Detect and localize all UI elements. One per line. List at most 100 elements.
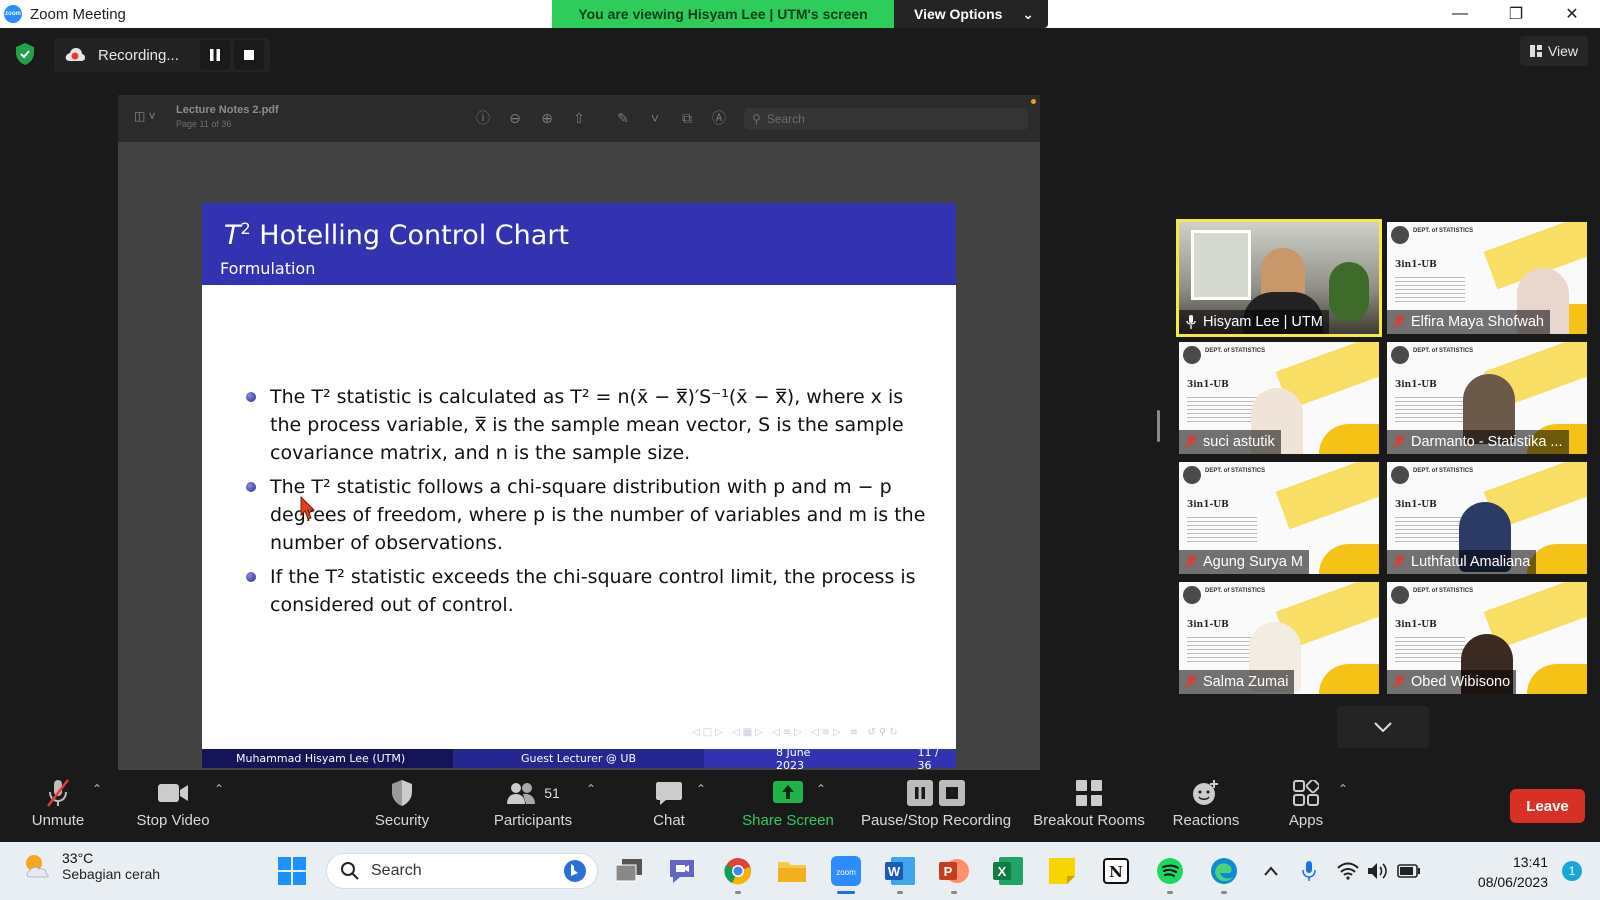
zoom-app-icon: zoom [831, 856, 861, 886]
participant-tile[interactable]: DEPT. of STATISTICS 3in1-UB suci astutik [1179, 342, 1379, 454]
security-shield-icon[interactable] [14, 42, 36, 66]
video-options-caret-icon[interactable]: ⌃ [214, 782, 224, 796]
pause-stop-recording-label: Pause/Stop Recording [860, 812, 1012, 829]
running-indicator [951, 891, 957, 894]
cloud-recording-icon [65, 48, 85, 61]
audio-options-caret-icon[interactable]: ⌃ [92, 782, 102, 796]
zoom-app-icon: zoom [4, 5, 22, 23]
windows-taskbar: 33°C Sebagian cerah Search zoom W P X N … [0, 842, 1600, 900]
microphone-muted-icon [1185, 555, 1197, 569]
participant-tile[interactable]: DEPT. of STATISTICS 3in1-UB Agung Surya M [1179, 462, 1379, 574]
reactions-button[interactable]: Reactions [1172, 778, 1240, 829]
participant-name-bar: Elfira Maya Shofwah [1387, 310, 1550, 334]
university-logo-icon [1183, 586, 1201, 604]
taskbar-search-input[interactable]: Search [326, 853, 598, 889]
excel-button[interactable]: X [992, 856, 1024, 886]
running-indicator [897, 891, 903, 894]
word-button[interactable]: W [884, 856, 916, 894]
participant-tile[interactable]: DEPT. of STATISTICS 3in1-UB Elfira Maya Sh… [1387, 222, 1587, 334]
taskbar-clock[interactable]: 13:41 08/06/2023 [1478, 852, 1548, 892]
microphone-icon [1302, 861, 1316, 881]
notification-badge[interactable]: 1 [1562, 861, 1582, 881]
powerpoint-button[interactable]: P [938, 856, 970, 894]
presentation-slide: T2 Hotelling Control Chart Formulation T… [202, 203, 956, 772]
participant-tile[interactable]: DEPT. of STATISTICS 3in1-UB Darmanto - Sta… [1387, 342, 1587, 454]
participants-button[interactable]: 51 Participants [490, 778, 576, 829]
share-icon[interactable]: ⇧ [570, 109, 588, 127]
view-button[interactable]: View [1520, 36, 1588, 66]
spotify-button[interactable] [1154, 856, 1186, 894]
breakout-rooms-button[interactable]: Breakout Rooms [1032, 778, 1146, 829]
share-options-caret-icon[interactable]: ⌃ [816, 782, 826, 796]
poster-brand: 3in1-UB [1187, 380, 1229, 390]
participant-tile[interactable]: DEPT. of STATISTICS 3in1-UB Salma Zumai [1179, 582, 1379, 694]
minimize-button[interactable]: — [1432, 0, 1488, 28]
battery-tray-button[interactable] [1396, 856, 1422, 886]
participant-tile[interactable]: DEPT. of STATISTICS 3in1-UB Luthfatul Amal… [1387, 462, 1587, 574]
pause-stop-recording-button[interactable]: Pause/Stop Recording [860, 778, 1012, 829]
clock-date: 08/06/2023 [1477, 874, 1548, 890]
meeting-control-bar: Unmute ⌃ Stop Video ⌃ Security 51 Partic… [0, 770, 1600, 842]
poster-brand: 3in1-UB [1395, 500, 1437, 510]
gallery-next-page-button[interactable] [1337, 706, 1429, 748]
rotate-icon[interactable]: ⧉ [678, 109, 696, 127]
participant-tile[interactable]: DEPT. of STATISTICS 3in1-UB Obed Wibisono [1387, 582, 1587, 694]
apps-options-caret-icon[interactable]: ⌃ [1338, 782, 1348, 796]
pdf-search-input[interactable]: ⚲ Search [744, 108, 1028, 130]
participant-name: suci astutik [1203, 434, 1275, 450]
info-icon[interactable]: ⓘ [474, 109, 492, 127]
wifi-tray-button[interactable] [1336, 856, 1360, 886]
participant-name: Darmanto - Statistika ... [1411, 434, 1563, 450]
slide-title: T2 Hotelling Control Chart [224, 219, 569, 251]
apps-button[interactable]: Apps [1286, 778, 1326, 829]
zoom-out-icon[interactable]: ⊖ [506, 109, 524, 127]
partly-cloudy-icon [26, 855, 49, 878]
close-button[interactable]: ✕ [1544, 0, 1600, 28]
volume-tray-button[interactable] [1366, 856, 1390, 886]
microphone-muted-icon [1185, 435, 1197, 449]
svg-text:zoom: zoom [836, 868, 856, 877]
footer-author: Muhammad Hisyam Lee (UTM) [202, 749, 453, 768]
stop-video-button[interactable]: Stop Video [134, 778, 212, 829]
restore-button[interactable]: ❐ [1488, 0, 1544, 28]
poster-heading: DEPT. of STATISTICS [1205, 468, 1266, 474]
microphone-muted-icon [1393, 555, 1405, 569]
chevron-down-icon[interactable]: ˅ [646, 109, 664, 127]
unmute-button[interactable]: Unmute [28, 778, 88, 829]
sidebar-toggle-icon[interactable]: ◫ ˅ [134, 109, 164, 127]
weather-widget[interactable]: 33°C Sebagian cerah [22, 850, 160, 882]
edge-button[interactable] [1208, 856, 1240, 894]
zoom-in-icon[interactable]: ⊕ [538, 109, 556, 127]
participant-name-bar: Hisyam Lee | UTM [1179, 310, 1329, 334]
chat-button[interactable]: Chat [644, 778, 694, 829]
notion-button[interactable]: N [1100, 856, 1132, 886]
pause-recording-button[interactable] [200, 40, 230, 70]
file-explorer-button[interactable] [776, 856, 808, 886]
zoom-taskbar-button[interactable]: zoom [830, 856, 862, 894]
chat-options-caret-icon[interactable]: ⌃ [696, 782, 706, 796]
microphone-muted-icon [47, 779, 69, 807]
teams-chat-button[interactable] [666, 856, 698, 886]
annotate-icon[interactable]: Ⓐ [710, 109, 728, 127]
markup-pen-icon[interactable]: ✎ [614, 109, 632, 127]
view-options-button[interactable]: View Options ⌄ [894, 0, 1048, 28]
chrome-button[interactable] [722, 856, 754, 894]
task-view-button[interactable] [614, 856, 646, 886]
chat-app-icon [670, 860, 694, 883]
microphone-tray-button[interactable] [1298, 856, 1320, 886]
participants-icon [507, 783, 536, 804]
show-hidden-icons-button[interactable] [1260, 856, 1282, 886]
folder-icon [778, 862, 806, 882]
participant-tile[interactable]: Hisyam Lee | UTM [1176, 219, 1382, 337]
leave-button[interactable]: Leave [1510, 789, 1585, 823]
sticky-notes-button[interactable] [1046, 856, 1078, 886]
gallery-resize-handle[interactable] [1157, 410, 1160, 442]
layout-grid-icon [1529, 45, 1542, 57]
university-logo-icon [1183, 466, 1201, 484]
stop-recording-button[interactable] [234, 40, 264, 70]
participants-options-caret-icon[interactable]: ⌃ [586, 782, 596, 796]
start-button[interactable] [276, 856, 308, 886]
clock-time: 13:41 [1512, 854, 1548, 870]
poster-heading: DEPT. of STATISTICS [1205, 348, 1266, 354]
security-button[interactable]: Security [372, 778, 432, 829]
